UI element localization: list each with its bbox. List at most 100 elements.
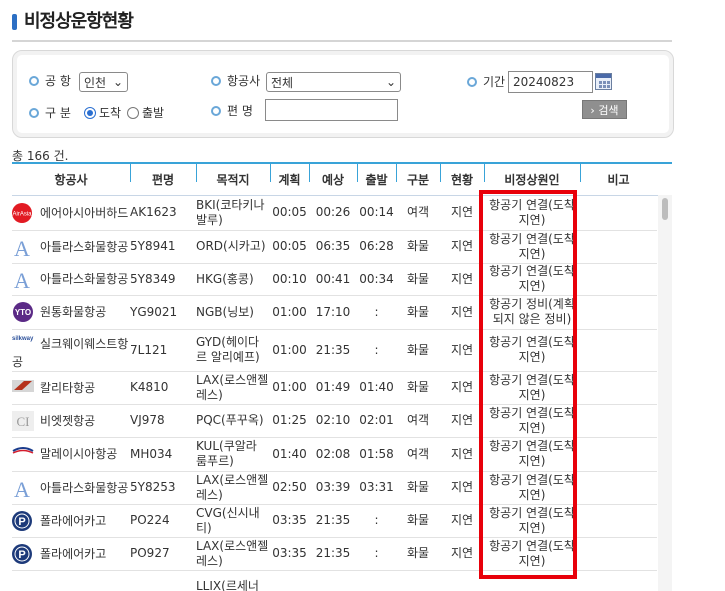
- flight-cell: YG9021: [130, 295, 196, 329]
- note-cell: [580, 371, 657, 404]
- radio-icon[interactable]: [127, 106, 139, 119]
- dest-cell: LAX(로스앤젤 레스): [196, 371, 270, 404]
- flight-cell: VJ978: [130, 404, 196, 437]
- note-cell: [580, 329, 657, 371]
- depart-value: 02:01: [359, 413, 394, 427]
- search-panel: 공 항 인천 ⌄ 항공사 전체 ⌄ 기간 20240823 구 분 도착 출발 편 …: [12, 50, 674, 138]
- note-cell: [580, 570, 657, 591]
- vertical-scrollbar[interactable]: [658, 195, 672, 591]
- note-cell: [580, 195, 657, 230]
- search-button[interactable]: › 검색: [582, 100, 627, 119]
- status-value: 지연: [450, 205, 474, 219]
- table-row[interactable]: P 폴라에어카고 PO927 LAX(로스앤젤 레스) 03:35 21:35: 화물 지연 항공…: [12, 537, 657, 571]
- depart-cell: :: [357, 295, 396, 329]
- note-cell: [580, 404, 657, 437]
- dest-line: CVG(신시내: [196, 505, 260, 520]
- cause-line: 지연): [518, 279, 546, 293]
- flight-cell: [130, 570, 196, 591]
- airline-name: 아틀라스화물항공: [40, 272, 129, 286]
- status-value: 지연: [450, 446, 474, 461]
- depart-value: :: [374, 304, 379, 319]
- airport-select[interactable]: 인천 ⌄: [79, 72, 128, 92]
- status-value: 지연: [450, 413, 474, 427]
- airline-name: 비엣젯항공: [40, 414, 96, 428]
- table-row[interactable]: silkway 실크웨이웨스트항 공 7L121 GYD(헤이다 르 알리예프) 01:00…: [12, 329, 657, 372]
- cause-lines: 항공기 연결(도착 지연): [484, 406, 580, 436]
- table-row[interactable]: P 폴라에어카고 PO224 CVG(신시내 티) 03:35 21:35: 화물 지연 항공기 …: [12, 504, 657, 538]
- expect-value: 02:08: [315, 446, 351, 461]
- dest-cell: GYD(헤이다 르 알리예프): [196, 329, 270, 371]
- type-radio-departure[interactable]: 출발: [127, 104, 164, 121]
- dest-lines: NGB(닝보): [196, 305, 270, 320]
- plan-cell: 01:40: [270, 437, 309, 471]
- airline-cell: silkway 실크웨이웨스트항 공: [12, 329, 128, 371]
- depart-value: :: [374, 342, 379, 357]
- calendar-icon[interactable]: [595, 73, 612, 90]
- atlas-logo-icon: A: [12, 268, 32, 295]
- column-separator: [357, 164, 358, 182]
- depart-cell: 03:31: [357, 471, 396, 504]
- column-header-note: 비고: [607, 173, 630, 187]
- cause-line: 항공기 연결(도착: [489, 264, 575, 278]
- flight-cell: 5Y8253: [130, 471, 196, 504]
- scrollbar-thumb[interactable]: [662, 198, 668, 220]
- dest-line: 레스): [196, 553, 223, 568]
- depart-cell: 02:01: [357, 404, 396, 437]
- table-row[interactable]: A 아틀라스화물항공 5Y8253 LAX(로스앤젤 레스) 02:50 03:39 03:3…: [12, 471, 657, 505]
- expect-cell: [309, 570, 357, 591]
- depart-cell: :: [357, 504, 396, 537]
- bullet-icon: [211, 75, 221, 86]
- dest-lines: ORD(시카고): [196, 239, 270, 254]
- airline-select[interactable]: 전체 ⌄: [266, 72, 401, 92]
- svg-text:A: A: [14, 478, 30, 500]
- expect-value: 00:26: [315, 205, 351, 219]
- plan-cell: 01:25: [270, 404, 309, 437]
- airline-name: 폴라에어카고: [40, 514, 107, 528]
- table-row[interactable]: CI 비엣젯항공 VJ978 PQC(푸꾸옥) 01:25 02:10 02:01 여객 지연 항…: [12, 404, 657, 438]
- yto-logo-icon: YTO: [12, 302, 34, 326]
- table-row[interactable]: 말레이시아항공 MH034 KUL(쿠알라 룸푸르) 01:40 02:08 01:58 여객…: [12, 437, 657, 472]
- airline-cell: YTO 원통화물항공: [12, 295, 127, 329]
- table-header: 항공사 편명 목적지 계획 예상 출발 구분 현황 비정상원인 비고: [12, 162, 672, 196]
- flight-cell: 5Y8941: [130, 230, 196, 263]
- column-separator: [396, 164, 397, 182]
- status-cell: 지연: [440, 295, 484, 329]
- table-row[interactable]: AirAsia 에어아시아버하드 AK1623 BKI(코타키나 발루) 00:05 00:…: [12, 195, 657, 231]
- column-separator: [440, 164, 441, 182]
- dest-line: GYD(헤이다: [196, 335, 260, 349]
- flight-cell: 5Y8349: [130, 263, 196, 295]
- note-cell: [580, 263, 657, 295]
- expect-value: 21:35: [315, 513, 351, 527]
- flight-value: 5Y8349: [130, 271, 176, 286]
- table-row[interactable]: LLIX(르세너: [12, 570, 657, 591]
- cause-line: 지연): [518, 350, 546, 364]
- depart-cell: 06:28: [357, 230, 396, 263]
- type-radio-arrival[interactable]: 도착: [84, 104, 121, 121]
- malaysia-logo-icon: [12, 444, 34, 459]
- column-header-cause: 비정상원인: [504, 173, 560, 187]
- type-cell: 여객: [396, 437, 440, 471]
- type-value: 여객: [406, 413, 430, 427]
- dest-cell: BKI(코타키나 발루): [196, 195, 270, 230]
- cause-line: 지연): [518, 487, 546, 502]
- table-row[interactable]: 칼리타항공 K4810 LAX(로스앤젤 레스) 01:00 01:49 01:40 화물 지연…: [12, 371, 657, 405]
- column-header-status: 현황: [450, 173, 474, 187]
- table-row[interactable]: A 아틀라스화물항공 5Y8349 HKG(홍콩) 00:10 00:41 00:34 화물 지…: [12, 263, 657, 296]
- flight-input[interactable]: [265, 99, 398, 121]
- svg-text:CI: CI: [17, 414, 30, 429]
- status-cell: 지연: [440, 437, 484, 471]
- cause-lines: 항공기 연결(도착 지연): [484, 232, 580, 262]
- table-row[interactable]: A 아틀라스화물항공 5Y8941 ORD(시카고) 00:05 06:35 06:28 화물…: [12, 230, 657, 264]
- dest-line: LLIX(르세너: [196, 579, 259, 591]
- dest-cell: LAX(로스앤젤 레스): [196, 537, 270, 570]
- period-input[interactable]: 20240823: [508, 71, 593, 93]
- table-row[interactable]: YTO 원통화물항공 YG9021 NGB(닝보) 01:00 17:10: 화물 지연 항공기…: [12, 295, 657, 330]
- status-value: 지연: [450, 239, 474, 253]
- dest-lines: GYD(헤이다 르 알리예프): [196, 335, 270, 365]
- flight-value: K4810: [130, 380, 169, 394]
- note-cell: [580, 537, 657, 570]
- radio-selected-icon[interactable]: [84, 106, 96, 119]
- column-header-type: 구분: [406, 173, 430, 187]
- column-header-expected: 예상: [321, 173, 345, 187]
- status-cell: 지연: [440, 371, 484, 404]
